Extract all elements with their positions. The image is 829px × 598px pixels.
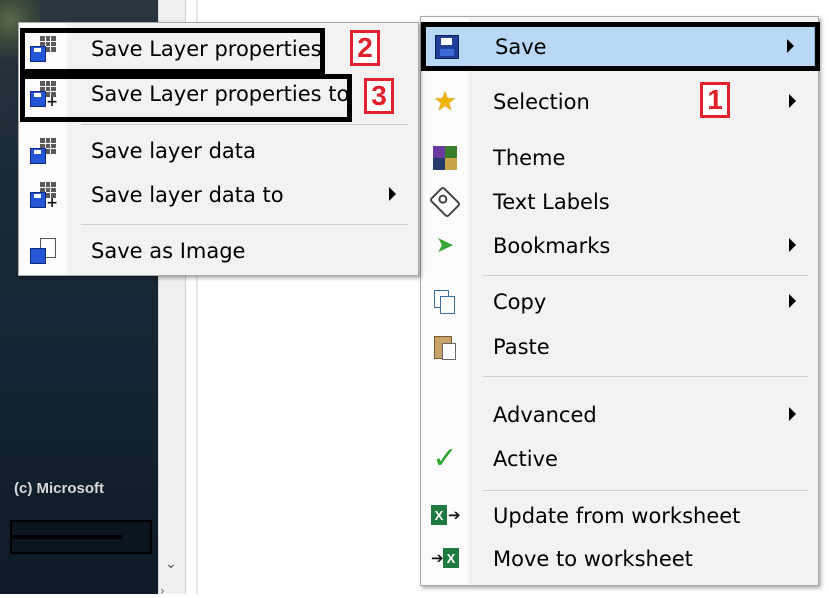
submenu-arrow-icon [789, 294, 796, 308]
menu-separator [81, 224, 408, 225]
submenu-item-save-layer-data[interactable]: Save layer data [21, 131, 416, 171]
submenu-arrow-icon [789, 407, 796, 421]
context-menu: Save ★ Selection Theme Text Labels ➤ Boo… [420, 16, 819, 586]
scroll-right-icon[interactable]: › [160, 584, 165, 598]
menu-item-label: Selection [493, 90, 590, 114]
menu-separator [483, 376, 808, 377]
annotation-badge-2: 2 [350, 30, 380, 66]
excel-import-icon: X ➔ [431, 502, 461, 530]
menu-separator [483, 275, 808, 276]
menu-item-move-to-worksheet[interactable]: ➔ X Move to worksheet [423, 539, 816, 579]
save-table-to-icon: + [29, 181, 58, 210]
scroll-down-chevron-icon[interactable]: ⌄ [165, 556, 177, 572]
submenu-item-save-as-image[interactable]: Save as Image [21, 231, 416, 271]
menu-item-label: Move to worksheet [493, 547, 693, 571]
map-scale-bar [10, 520, 152, 554]
menu-item-update-from-worksheet[interactable]: X ➔ Update from worksheet [423, 496, 816, 536]
submenu-arrow-icon [789, 94, 796, 108]
annotation-badge-1: 1 [700, 82, 730, 118]
tag-icon [428, 185, 462, 219]
save-table-icon [29, 137, 57, 165]
menu-item-theme[interactable]: Theme [423, 138, 816, 178]
menu-item-bookmarks[interactable]: ➤ Bookmarks [423, 226, 816, 266]
submenu-item-save-layer-data-to[interactable]: + Save layer data to [21, 175, 416, 215]
submenu-item-save-layer-properties-to[interactable]: + Save Layer properties to [21, 74, 416, 114]
menu-item-label: Save as Image [91, 239, 246, 263]
menu-item-active[interactable]: ✓ Active [423, 439, 816, 479]
menu-item-label: Theme [493, 146, 566, 170]
menu-item-label: Save [495, 35, 547, 59]
menu-item-copy[interactable]: Copy [423, 282, 816, 322]
menu-item-paste[interactable]: Paste [423, 327, 816, 367]
map-copyright: (c) Microsoft [14, 480, 104, 497]
save-table-icon [29, 35, 57, 63]
submenu-arrow-icon [787, 39, 794, 53]
menu-item-label: Active [493, 447, 558, 471]
menu-item-label: Text Labels [493, 190, 610, 214]
checkmark-icon: ✓ [432, 441, 458, 476]
menu-item-advanced[interactable]: Advanced [423, 395, 816, 435]
menu-item-label: Copy [493, 290, 547, 314]
menu-item-save[interactable]: Save [423, 25, 816, 71]
copy-icon [431, 288, 459, 316]
submenu-arrow-icon [389, 187, 396, 201]
annotation-badge-3: 3 [364, 78, 394, 114]
menu-item-label: Save Layer properties to [91, 82, 350, 106]
menu-separator [483, 490, 808, 491]
menu-item-label: Save layer data to [91, 183, 284, 207]
excel-export-icon: ➔ X [431, 545, 459, 573]
save-image-icon [29, 237, 57, 265]
menu-item-label: Save Layer properties [91, 37, 322, 61]
submenu-arrow-icon [789, 238, 796, 252]
menu-item-text-labels[interactable]: Text Labels [423, 182, 816, 222]
menu-item-selection[interactable]: ★ Selection [423, 82, 816, 122]
menu-item-label: Save layer data [91, 139, 256, 163]
floppy-disk-icon [433, 33, 461, 61]
star-icon: ★ [433, 87, 457, 117]
bookmark-icon: ➤ [435, 233, 455, 258]
menu-item-label: Advanced [493, 403, 597, 427]
menu-item-label: Update from worksheet [493, 504, 741, 528]
save-table-to-icon: + [29, 80, 58, 109]
paste-icon [431, 333, 459, 361]
theme-icon [431, 144, 459, 172]
menu-item-label: Bookmarks [493, 234, 611, 258]
menu-separator [81, 124, 408, 125]
menu-item-label: Paste [493, 335, 550, 359]
